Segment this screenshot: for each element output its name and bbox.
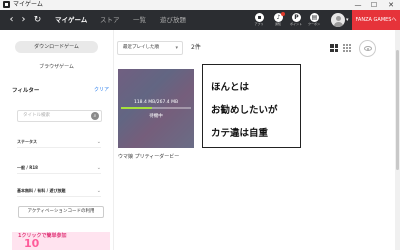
back-icon[interactable]: ‹ [6,10,17,30]
apps-caption: アプリ [254,22,264,26]
note-line-1: ほんとは [211,82,250,93]
filter-rating[interactable]: 一般 / R18 ⌄ [17,162,101,174]
chevron-down-icon: ⌄ [96,188,101,194]
download-games-button[interactable]: ダウンロードゲーム [15,41,98,53]
game-count: 2件 [191,44,201,51]
sort-value: 最近プレイした順 [123,45,159,50]
main-scrollbar[interactable] [395,30,400,250]
filter-status[interactable]: ステータス ⌄ [17,136,101,148]
chevron-down-icon: ▾ [175,45,178,51]
app-logo-icon [3,1,10,8]
download-status: 待機中 [149,114,163,119]
coupon-button[interactable]: ▤ クーポン [308,13,320,27]
browser-games-link[interactable]: ブラウザゲーム [15,63,98,71]
download-progress-fill [121,107,152,109]
tab-unlimited[interactable]: 遊び放題 [160,10,186,30]
campaign-banner[interactable]: 1クリックで簡単参加 10 [12,232,110,250]
apps-button[interactable]: ▪ アプリ [253,13,265,27]
game-title[interactable]: ウマ娘 プリティーダービー [118,153,179,160]
chevron-down-icon: ⌄ [96,139,101,145]
minimize-button[interactable]: — [352,0,364,10]
tab-list[interactable]: 一覧 [133,10,146,30]
forward-icon[interactable]: › [18,10,29,30]
title-search-input[interactable]: タイトル検索 ⌕ [17,110,102,122]
scrollbar-thumb[interactable] [396,50,399,170]
notification-button[interactable]: ♪ 通知 [272,12,285,27]
banner-number: 10 [24,237,40,250]
points-caption: ポイント [289,22,302,26]
search-placeholder: タイトル検索 [23,113,50,118]
download-progress-bar [121,107,191,109]
tab-store[interactable]: ストア [100,10,120,30]
sort-select[interactable]: 最近プレイした順 ▾ [117,41,183,55]
clear-filter-link[interactable]: クリア [94,86,109,93]
notification-caption: 通知 [274,22,281,26]
account-avatar[interactable] [331,13,345,27]
visibility-toggle-button[interactable] [359,40,376,57]
note-line-3: カテ違は自重 [211,128,269,139]
annotation-note: ほんとは お勧めしたいが カテ違は自重 [202,64,301,148]
reload-icon[interactable]: ↻ [32,10,43,30]
tab-my-games[interactable]: マイゲーム [55,10,87,30]
notification-badge [281,12,285,16]
close-button[interactable]: ✕ [385,0,397,10]
account-caret-icon[interactable]: ▾ [346,16,349,24]
filter-heading: フィルター [12,88,40,94]
filter-price[interactable]: 基本無料 / 有料 / 遊び放題 ⌄ [17,185,101,197]
window-titlebar: マイゲーム — ☐ ✕ [0,0,400,10]
eye-icon [363,46,372,51]
game-card-thumbnail[interactable]: 118.4 MB/267.4 MB 待機中 [118,69,194,148]
activation-code-button[interactable]: アクティベーションコードの利用 [18,206,104,218]
note-line-2: お勧めしたいが [211,105,278,116]
small-grid-view-icon[interactable] [343,44,351,52]
download-size: 118.4 MB/267.4 MB [133,100,179,105]
grid-view-icon[interactable] [330,44,338,52]
filter-sidebar: ダウンロードゲーム ブラウザゲーム フィルター クリア タイトル検索 ⌕ ステー… [0,30,114,250]
coupon-caption: クーポン [307,22,320,26]
maximize-button[interactable]: ☐ [368,0,380,10]
chevron-down-icon: ⌄ [96,165,101,171]
app-header: ‹ › ↻ マイゲーム ストア 一覧 遊び放題 ▪ アプリ ♪ 通知 P ポイン… [0,10,400,30]
points-button[interactable]: P ポイント [290,13,302,27]
window-title: マイゲーム [13,1,43,8]
fanza-games-button[interactable]: FANZA GAMESへ [352,10,400,30]
search-icon[interactable]: ⌕ [91,112,99,120]
